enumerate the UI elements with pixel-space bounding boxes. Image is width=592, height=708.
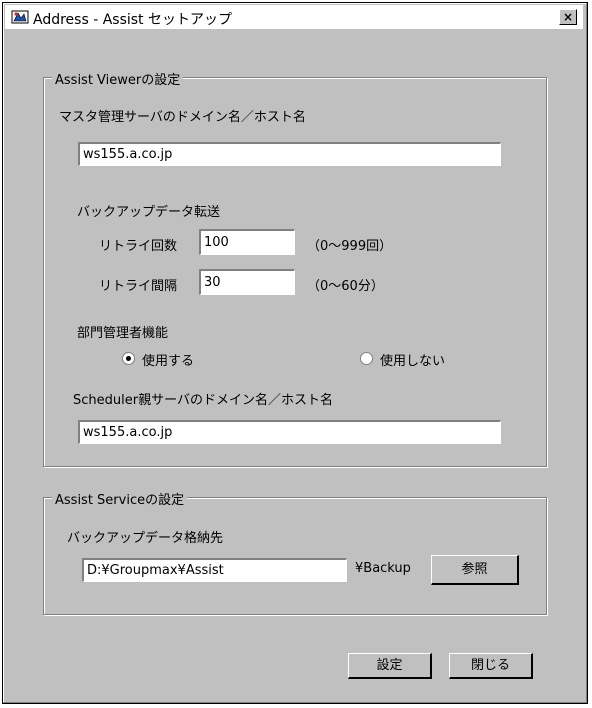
retry-interval-range: （0～60分）	[307, 279, 384, 294]
backup-suffix: ¥Backup	[355, 561, 411, 576]
close-button[interactable]: 閉じる	[449, 653, 533, 679]
use-radio-label[interactable]: 使用する	[142, 350, 194, 369]
use-radio[interactable]	[122, 352, 135, 365]
master-host-input[interactable]	[78, 142, 501, 166]
retry-count-range: （0～999回）	[307, 239, 393, 254]
backup-dest-input[interactable]	[82, 558, 347, 582]
scheduler-host-label: Scheduler親サーバのドメイン名／ホスト名	[73, 393, 333, 408]
viewer-settings-group: Assist Viewerの設定	[43, 69, 547, 467]
browse-button[interactable]: 参照	[431, 555, 519, 585]
close-icon[interactable]: ×	[559, 9, 577, 25]
retry-count-input[interactable]	[199, 229, 295, 255]
window-title: Address - Assist セットアップ	[33, 12, 232, 28]
app-icon	[11, 10, 29, 24]
scheduler-host-input[interactable]	[78, 420, 501, 444]
service-settings-legend: Assist Serviceの設定	[52, 489, 188, 508]
master-host-label: マスタ管理サーバのドメイン名／ホスト名	[59, 110, 306, 125]
setup-dialog: Address - Assist セットアップ × Assist Viewerの…	[2, 2, 588, 704]
title-bar[interactable]: Address - Assist セットアップ ×	[5, 5, 583, 29]
use-radio-dot	[126, 356, 131, 361]
retry-count-label: リトライ回数	[99, 239, 178, 254]
retry-interval-label: リトライ間隔	[99, 279, 178, 294]
viewer-settings-legend: Assist Viewerの設定	[52, 69, 184, 88]
not-use-radio[interactable]	[360, 352, 373, 365]
backup-transfer-label: バックアップデータ転送	[77, 205, 221, 220]
ok-button[interactable]: 設定	[348, 653, 432, 679]
retry-interval-input[interactable]	[199, 269, 295, 295]
backup-dest-label: バックアップデータ格納先	[67, 531, 224, 546]
dept-admin-label: 部門管理者機能	[77, 326, 169, 341]
not-use-radio-label[interactable]: 使用しない	[380, 350, 445, 369]
